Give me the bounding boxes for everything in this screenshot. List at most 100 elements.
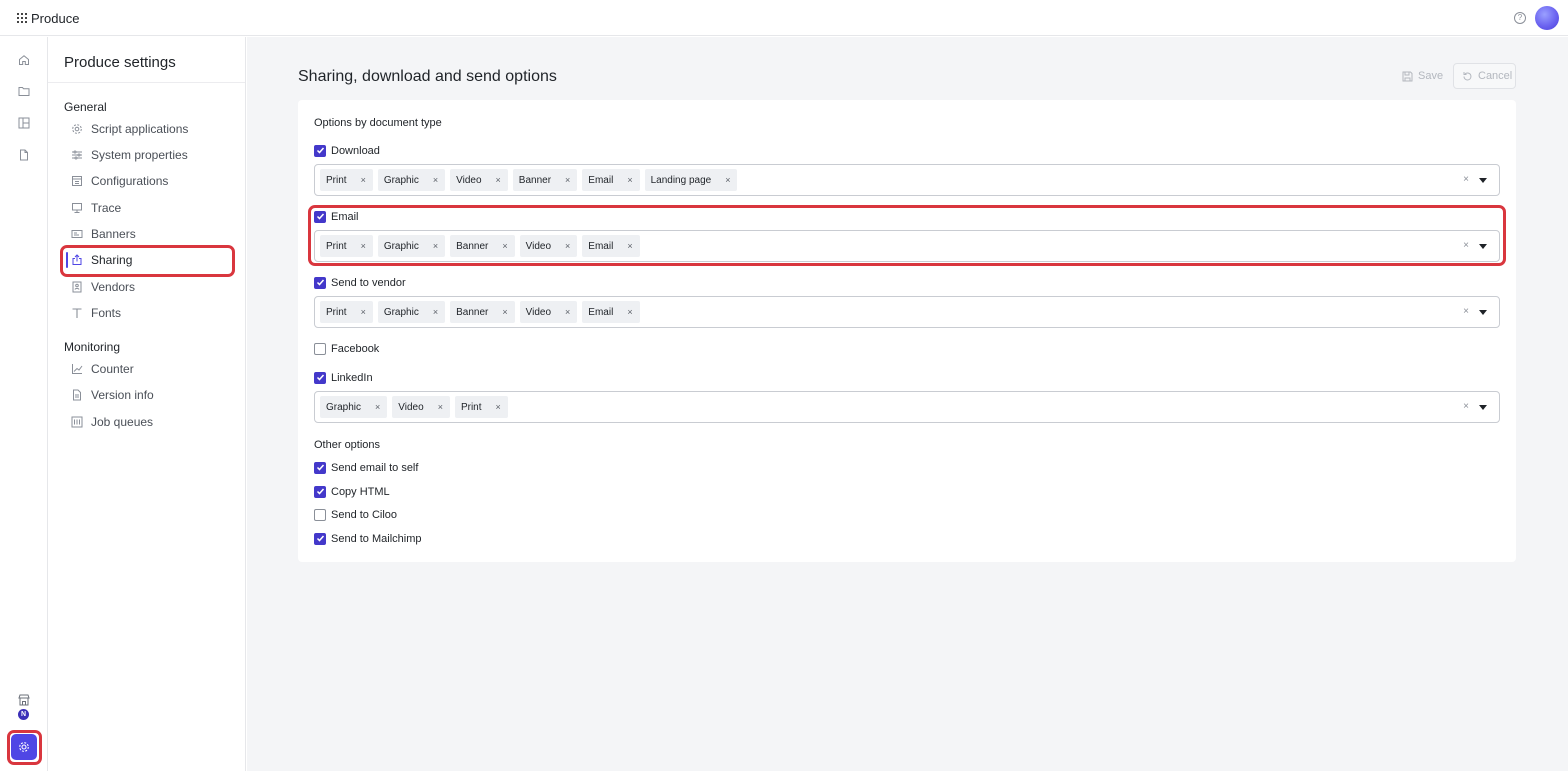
tag-remove-icon[interactable]: ×: [433, 175, 438, 185]
checkbox-checked[interactable]: [314, 276, 326, 289]
tag-print: Print ×: [320, 301, 373, 323]
tag-remove-icon[interactable]: ×: [496, 175, 501, 185]
sidebar-item-script-applications[interactable]: Script applications: [66, 118, 236, 140]
help-icon[interactable]: ?: [1514, 12, 1526, 24]
clear-all-icon[interactable]: ×: [1463, 240, 1469, 251]
checkbox-checked[interactable]: [314, 532, 326, 545]
tag-remove-icon[interactable]: ×: [565, 241, 570, 251]
tag-graphic: Graphic ×: [377, 301, 446, 323]
tag-remove-icon[interactable]: ×: [361, 241, 366, 251]
tag-remove-icon[interactable]: ×: [438, 402, 443, 412]
undo-icon: [1463, 71, 1472, 80]
store-icon[interactable]: [17, 693, 31, 707]
sidebar-item-version-info[interactable]: Version info: [66, 384, 236, 406]
document-icon[interactable]: [18, 149, 30, 161]
home-icon[interactable]: [18, 54, 30, 66]
cancel-label: Cancel: [1478, 70, 1513, 82]
avatar[interactable]: [1535, 6, 1559, 30]
send-to-ciloo-checkbox[interactable]: Send to Ciloo: [314, 508, 397, 521]
sidebar-item-label: Configurations: [91, 174, 169, 188]
tag-remove-icon[interactable]: ×: [725, 175, 730, 185]
sidebar-item-trace[interactable]: Trace: [66, 197, 236, 219]
checkbox-label: Send email to self: [331, 461, 419, 474]
linkedin-doc-type-select[interactable]: Graphic × Video × Print × ×: [314, 391, 1500, 423]
sharing-highlight-frame: [60, 245, 235, 277]
tag-remove-icon[interactable]: ×: [627, 241, 632, 251]
sidebar-item-label: Fonts: [91, 306, 122, 320]
checkbox-label: Send to vendor: [331, 276, 406, 289]
clear-all-icon[interactable]: ×: [1463, 306, 1469, 317]
checkbox-checked[interactable]: [314, 371, 326, 384]
cancel-button[interactable]: Cancel: [1453, 63, 1516, 89]
app-grid-icon[interactable]: [17, 13, 27, 23]
chevron-down-icon[interactable]: [1479, 244, 1487, 249]
queue-icon: [71, 416, 83, 428]
store-badge: N: [18, 709, 29, 720]
chevron-down-icon[interactable]: [1479, 405, 1487, 410]
config-icon: [71, 175, 83, 187]
tag-label: Banner: [456, 240, 489, 252]
chevron-down-icon[interactable]: [1479, 178, 1487, 183]
copy-html-checkbox[interactable]: Copy HTML: [314, 485, 390, 498]
sidebar-item-vendors[interactable]: Vendors: [66, 276, 236, 298]
sidebar-item-configurations[interactable]: Configurations: [66, 170, 236, 192]
section-label-monitoring: Monitoring: [64, 340, 121, 354]
tag-remove-icon[interactable]: ×: [502, 241, 507, 251]
email-doc-type-select[interactable]: Print × Graphic × Banner × Video × Email × ×: [314, 230, 1500, 262]
folder-icon[interactable]: [18, 85, 30, 97]
tag-remove-icon[interactable]: ×: [433, 241, 438, 251]
send-to-mailchimp-checkbox[interactable]: Send to Mailchimp: [314, 532, 422, 545]
vendor-doc-type-select[interactable]: Print × Graphic × Banner × Video × Email × ×: [314, 296, 1500, 328]
sidebar-item-banners[interactable]: Banners: [66, 223, 236, 245]
email-checkbox[interactable]: Email: [314, 210, 359, 223]
checkbox-checked[interactable]: [314, 210, 326, 223]
facebook-checkbox[interactable]: Facebook: [314, 342, 379, 355]
checkbox-unchecked[interactable]: [314, 508, 326, 521]
tag-remove-icon[interactable]: ×: [375, 402, 380, 412]
checkbox-checked[interactable]: [314, 144, 326, 157]
tag-email: Email ×: [582, 301, 640, 323]
tag-banner: Banner ×: [450, 235, 515, 257]
tag-label: Print: [326, 174, 347, 186]
checkbox-checked[interactable]: [314, 461, 326, 474]
sidebar-item-counter[interactable]: Counter: [66, 358, 236, 380]
tag-remove-icon[interactable]: ×: [433, 307, 438, 317]
clear-all-icon[interactable]: ×: [1463, 174, 1469, 185]
tag-remove-icon[interactable]: ×: [502, 307, 507, 317]
sidebar-item-fonts[interactable]: Fonts: [66, 302, 236, 324]
tag-remove-icon[interactable]: ×: [565, 307, 570, 317]
main-content: Sharing, download and send options Save …: [247, 37, 1568, 771]
download-doc-type-select[interactable]: Print × Graphic × Video × Banner × Email × La…: [314, 164, 1500, 196]
tag-remove-icon[interactable]: ×: [361, 175, 366, 185]
app-title[interactable]: Produce: [31, 11, 79, 26]
tag-remove-icon[interactable]: ×: [627, 175, 632, 185]
chevron-down-icon[interactable]: [1479, 310, 1487, 315]
tag-remove-icon[interactable]: ×: [565, 175, 570, 185]
download-checkbox[interactable]: Download: [314, 144, 380, 157]
tag-label: Graphic: [383, 306, 419, 318]
top-bar: Produce ?: [0, 0, 1568, 36]
vendor-icon: [71, 281, 83, 293]
save-button[interactable]: Save: [1402, 63, 1443, 89]
tag-label: Video: [456, 174, 482, 186]
layout-icon[interactable]: [18, 117, 30, 129]
sidebar-item-job-queues[interactable]: Job queues: [66, 411, 236, 433]
checkbox-label: Facebook: [331, 342, 380, 355]
linkedin-checkbox[interactable]: LinkedIn: [314, 371, 373, 384]
checkbox-unchecked[interactable]: [314, 342, 326, 355]
tag-remove-icon[interactable]: ×: [627, 307, 632, 317]
tag-label: Video: [398, 401, 424, 413]
tag-remove-icon[interactable]: ×: [361, 307, 366, 317]
clear-all-icon[interactable]: ×: [1463, 401, 1469, 412]
checkbox-label: LinkedIn: [331, 371, 373, 384]
send-to-vendor-checkbox[interactable]: Send to vendor: [314, 276, 406, 289]
checkbox-checked[interactable]: [314, 485, 326, 498]
section-label-general: General: [64, 100, 107, 114]
checkbox-label: Download: [331, 144, 380, 157]
tag-print: Print ×: [454, 396, 508, 418]
monitor-icon: [71, 202, 83, 214]
sidebar-title: Produce settings: [64, 54, 176, 71]
tag-remove-icon[interactable]: ×: [496, 402, 501, 412]
sidebar-item-system-properties[interactable]: System properties: [66, 144, 236, 166]
send-email-to-self-checkbox[interactable]: Send email to self: [314, 461, 418, 474]
